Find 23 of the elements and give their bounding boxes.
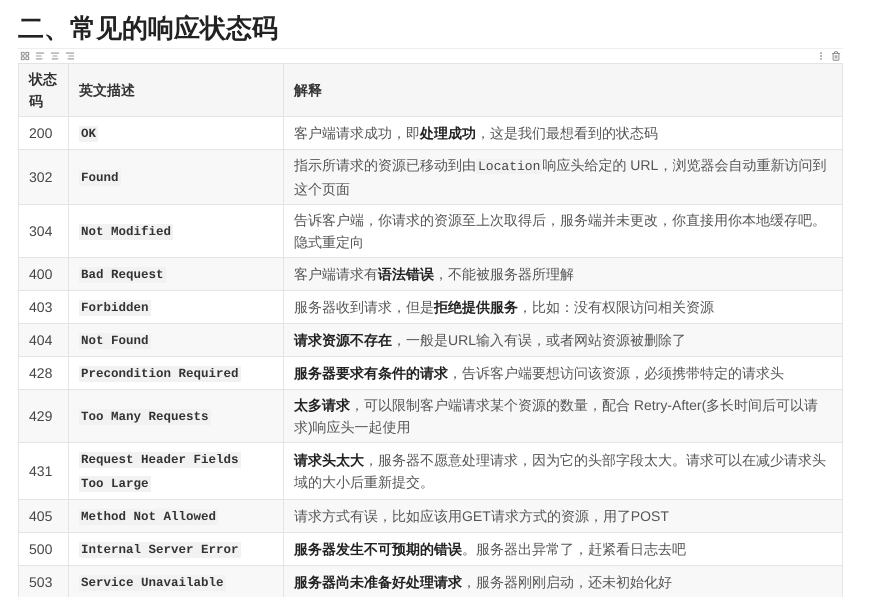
column-header: 英文描述 [68, 64, 284, 116]
align-center-icon[interactable] [50, 51, 60, 61]
status-name: Too Large [79, 476, 151, 492]
table-grid-icon[interactable] [20, 51, 30, 61]
section-heading: 二、常见的响应状态码 [18, 12, 278, 44]
status-name: Not Modified [79, 224, 174, 240]
status-name: Bad Request [79, 267, 166, 283]
align-left-icon[interactable] [35, 51, 45, 61]
status-name: Internal Server Error [79, 542, 241, 558]
status-name: Too Many Requests [79, 409, 211, 425]
status-name: Forbidden [79, 300, 151, 316]
status-name: Request Header Fields [79, 452, 241, 468]
status-name: Precondition Required [79, 366, 241, 382]
status-code-cell: 503 [18, 566, 68, 597]
status-name: Not Found [79, 333, 151, 349]
status-name: Service Unavailable [79, 575, 226, 591]
align-right-icon[interactable] [65, 51, 75, 61]
trash-icon[interactable] [831, 51, 841, 61]
status-name: OK [79, 126, 98, 142]
status-name: Method Not Allowed [79, 509, 218, 525]
status-name: Found [79, 170, 121, 186]
column-header: 解释 [284, 64, 842, 116]
column-header: 状态码 [18, 64, 68, 116]
